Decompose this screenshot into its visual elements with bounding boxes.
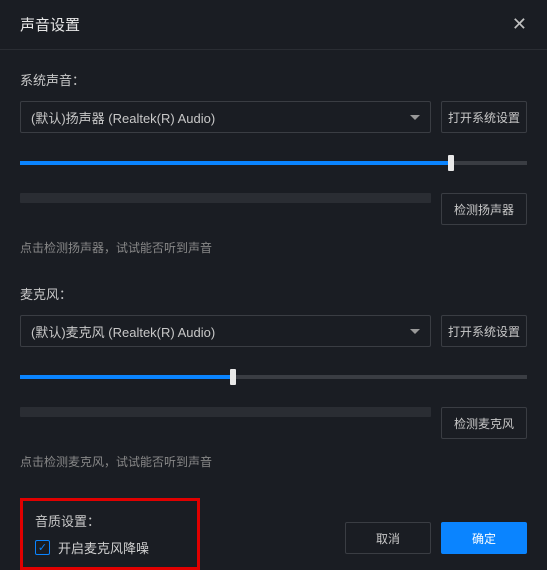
system-sound-label: 系统声音： bbox=[20, 70, 527, 89]
close-icon[interactable]: ✕ bbox=[512, 14, 527, 35]
mic-device-select[interactable]: (默认)麦克风 (Realtek(R) Audio) bbox=[20, 315, 431, 347]
dialog-header: 声音设置 ✕ bbox=[0, 0, 547, 50]
slider-fill bbox=[20, 161, 451, 165]
mic-device-value: (默认)麦克风 (Realtek(R) Audio) bbox=[31, 322, 215, 341]
test-mic-button[interactable]: 检测麦克风 bbox=[441, 407, 527, 439]
chevron-down-icon bbox=[410, 115, 420, 120]
mic-volume-slider[interactable] bbox=[20, 361, 527, 393]
test-speaker-button[interactable]: 检测扬声器 bbox=[441, 193, 527, 225]
sound-settings-dialog: 声音设置 ✕ 系统声音： (默认)扬声器 (Realtek(R) Audio) … bbox=[0, 0, 547, 570]
open-system-settings-button[interactable]: 打开系统设置 bbox=[441, 101, 527, 133]
system-volume-slider[interactable] bbox=[20, 147, 527, 179]
chevron-down-icon bbox=[410, 329, 420, 334]
system-device-select[interactable]: (默认)扬声器 (Realtek(R) Audio) bbox=[20, 101, 431, 133]
open-mic-settings-button[interactable]: 打开系统设置 bbox=[441, 315, 527, 347]
slider-fill bbox=[20, 375, 233, 379]
slider-thumb[interactable] bbox=[448, 155, 454, 171]
slider-thumb[interactable] bbox=[230, 369, 236, 385]
quality-label: 音质设置： bbox=[35, 511, 185, 530]
system-device-value: (默认)扬声器 (Realtek(R) Audio) bbox=[31, 108, 215, 127]
noise-reduction-row[interactable]: ✓ 开启麦克风降噪 bbox=[35, 538, 185, 557]
confirm-button[interactable]: 确定 bbox=[441, 522, 527, 554]
noise-reduction-checkbox[interactable]: ✓ bbox=[35, 540, 50, 555]
mic-level-meter bbox=[20, 407, 431, 417]
mic-label: 麦克风： bbox=[20, 284, 527, 303]
dialog-footer: 取消 确定 bbox=[345, 522, 527, 554]
mic-hint: 点击检测麦克风，试试能否听到声音 bbox=[20, 453, 527, 470]
noise-reduction-label: 开启麦克风降噪 bbox=[58, 538, 149, 557]
system-level-meter bbox=[20, 193, 431, 203]
cancel-button[interactable]: 取消 bbox=[345, 522, 431, 554]
dialog-content: 系统声音： (默认)扬声器 (Realtek(R) Audio) 打开系统设置 … bbox=[0, 50, 547, 570]
dialog-title: 声音设置 bbox=[20, 14, 80, 35]
quality-highlight: 音质设置： ✓ 开启麦克风降噪 bbox=[20, 498, 200, 570]
system-hint: 点击检测扬声器，试试能否听到声音 bbox=[20, 239, 527, 256]
